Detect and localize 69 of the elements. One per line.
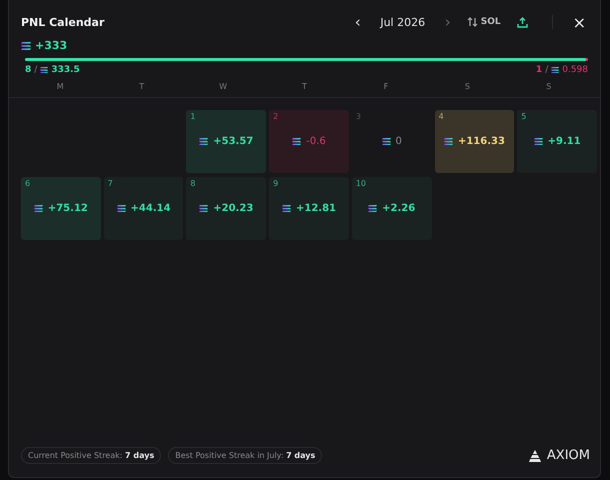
sol-icon xyxy=(382,138,391,146)
streak-chip: Best Positive Streak in July: 7 days xyxy=(168,447,322,464)
logo-icon xyxy=(528,450,542,462)
close-button[interactable]: × xyxy=(570,12,588,32)
day-pnl: +44.14 xyxy=(130,203,171,214)
day-pnl: +75.12 xyxy=(48,203,88,214)
separator: / xyxy=(34,65,38,75)
sol-icon xyxy=(21,42,31,50)
day-number: 5 xyxy=(521,112,526,121)
day-pnl: +9.11 xyxy=(548,136,581,147)
day-cell[interactable]: 3 0 xyxy=(352,110,432,173)
day-cell[interactable]: 10 +2.26 xyxy=(352,177,432,240)
sol-icon xyxy=(199,138,208,146)
separator: / xyxy=(545,65,548,75)
win-amount: 333.5 xyxy=(51,65,80,75)
day-cell[interactable]: 5 +9.11 xyxy=(517,110,597,173)
weekday-label: S xyxy=(545,82,552,91)
share-button[interactable] xyxy=(516,16,528,28)
month-label: Jul 2026 xyxy=(378,16,426,28)
currency-toggle[interactable]: SOL xyxy=(466,17,501,27)
day-number: 9 xyxy=(273,179,278,188)
brand-name: AXIOM xyxy=(546,448,590,463)
day-number: 10 xyxy=(356,179,366,188)
day-pnl: +20.23 xyxy=(213,203,254,214)
weekday-label: F xyxy=(382,82,390,91)
day-cell[interactable]: 1 +53.57 xyxy=(186,110,266,173)
total-pnl: +333 xyxy=(35,39,68,52)
day-number: 1 xyxy=(190,112,196,121)
day-number: 8 xyxy=(190,179,196,188)
sol-icon xyxy=(199,204,208,212)
weekday-label: T xyxy=(138,82,146,91)
sol-icon xyxy=(534,138,543,146)
sol-icon xyxy=(34,204,43,212)
sol-icon xyxy=(282,204,291,212)
day-number: 2 xyxy=(273,112,278,121)
day-pnl: +12.81 xyxy=(296,203,336,214)
previous-month-button[interactable]: ‹ xyxy=(348,13,367,31)
streak-chip: Current Positive Streak: 7 days xyxy=(21,447,162,464)
day-cell[interactable]: 2 -0.6 xyxy=(269,110,349,173)
weekday-label: S xyxy=(464,82,471,91)
day-cell[interactable]: 8 +20.23 xyxy=(186,177,266,240)
day-cell[interactable]: 9 +12.81 xyxy=(269,177,349,240)
day-cell[interactable]: 4 +116.33 xyxy=(434,110,514,173)
day-pnl: 0 xyxy=(396,136,402,147)
upload-icon xyxy=(516,16,528,28)
loss-amount: 0.598 xyxy=(562,65,588,75)
day-number: 6 xyxy=(25,179,30,188)
day-pnl: +116.33 xyxy=(458,136,505,147)
sol-icon xyxy=(444,138,453,146)
day-pnl: -0.6 xyxy=(306,136,326,147)
sol-icon xyxy=(40,66,48,74)
sol-icon xyxy=(368,204,378,212)
sol-icon xyxy=(551,66,560,74)
win-count: 8 xyxy=(25,65,32,75)
window-title: PNL Calendar xyxy=(21,16,106,28)
day-cell[interactable]: 7 +44.14 xyxy=(104,177,184,240)
loss-count: 1 xyxy=(536,65,542,75)
sol-icon xyxy=(116,204,126,212)
day-number: 7 xyxy=(108,179,113,188)
weekday-label: M xyxy=(56,82,65,91)
day-number: 4 xyxy=(438,112,444,121)
day-pnl: +2.26 xyxy=(382,203,416,214)
swap-icon xyxy=(466,17,478,27)
sol-icon xyxy=(292,138,302,146)
weekday-label: W xyxy=(218,82,228,91)
day-pnl: +53.57 xyxy=(213,136,254,147)
weekday-label: T xyxy=(301,82,308,91)
day-number: 3 xyxy=(356,112,361,121)
day-cell[interactable]: 6 +75.12 xyxy=(21,177,101,240)
